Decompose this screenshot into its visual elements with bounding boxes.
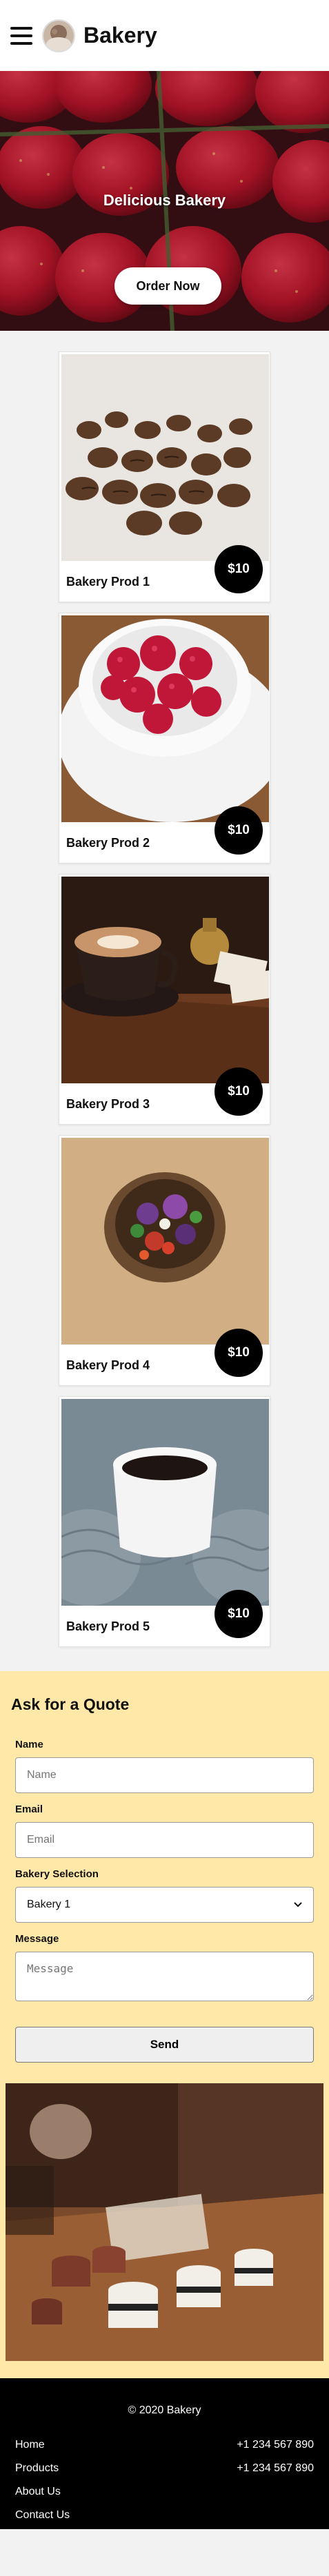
product-card[interactable]: Bakery Prod 3 $10	[59, 874, 270, 1125]
product-card[interactable]: Bakery Prod 5 $10	[59, 1396, 270, 1647]
message-textarea[interactable]	[15, 1952, 314, 2001]
chevron-down-icon	[294, 1899, 302, 1911]
order-now-button[interactable]: Order Now	[114, 267, 221, 305]
bakery-selection-dropdown[interactable]: Bakery 1	[15, 1887, 314, 1923]
message-label: Message	[15, 1933, 59, 1945]
hero-title: Delicious Bakery	[103, 192, 226, 209]
price-badge: $10	[215, 545, 263, 593]
price-badge: $10	[215, 1590, 263, 1638]
product-card[interactable]: Bakery Prod 1 $10	[59, 351, 270, 602]
footer-phone: +1 234 567 890	[237, 2439, 314, 2451]
product-card[interactable]: Bakery Prod 2 $10	[59, 613, 270, 863]
bakery-selection-label: Bakery Selection	[15, 1868, 99, 1880]
product-card[interactable]: Bakery Prod 4 $10	[59, 1135, 270, 1386]
latte-cup-image	[61, 877, 269, 1083]
product-name: Bakery Prod 2	[66, 836, 150, 850]
salad-bowl-image	[61, 1138, 269, 1345]
brand-name[interactable]: Bakery	[83, 23, 157, 48]
footer-link-about-us[interactable]: About Us	[15, 2486, 61, 2498]
send-button[interactable]: Send	[15, 2027, 314, 2063]
quote-form: Ask for a Quote Name Email Bakery Select…	[0, 1671, 329, 2083]
site-footer: © 2020 Bakery Home +1 234 567 890 Produc…	[0, 2378, 329, 2529]
hamburger-menu-icon[interactable]	[10, 26, 32, 45]
product-name: Bakery Prod 3	[66, 1097, 150, 1111]
bakery-selection-value: Bakery 1	[27, 1899, 71, 1910]
product-name: Bakery Prod 4	[66, 1358, 150, 1372]
coffee-mug-image	[61, 1399, 269, 1606]
email-label: Email	[15, 1803, 43, 1815]
cafe-section	[0, 2083, 329, 2378]
quote-title: Ask for a Quote	[11, 1695, 130, 1713]
product-name: Bakery Prod 5	[66, 1619, 150, 1633]
footer-link-products[interactable]: Products	[15, 2462, 59, 2475]
hero-banner: Delicious Bakery Order Now	[0, 71, 329, 331]
name-input[interactable]	[15, 1757, 314, 1793]
footer-phone: +1 234 567 890	[237, 2462, 314, 2474]
price-badge: $10	[215, 1067, 263, 1116]
footer-link-contact-us[interactable]: Contact Us	[15, 2509, 70, 2522]
name-label: Name	[15, 1739, 43, 1750]
footer-link-home[interactable]: Home	[15, 2439, 45, 2451]
coffee-beans-image	[61, 354, 269, 561]
cafe-cups-image	[6, 2083, 323, 2361]
product-list: Bakery Prod 1 $10 Bakery Prod 2 $10 Bake…	[0, 331, 329, 1647]
email-input[interactable]	[15, 1822, 314, 1858]
price-badge: $10	[215, 1329, 263, 1377]
site-header: Bakery	[0, 0, 329, 71]
product-name: Bakery Prod 1	[66, 575, 150, 589]
raspberries-bowl-image	[61, 615, 269, 822]
price-badge: $10	[215, 806, 263, 855]
bakery-logo-icon[interactable]	[42, 19, 75, 52]
copyright-text: © 2020 Bakery	[128, 2404, 201, 2416]
